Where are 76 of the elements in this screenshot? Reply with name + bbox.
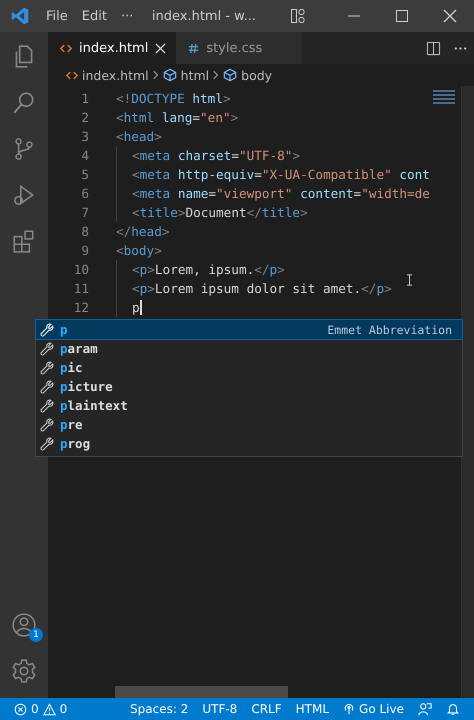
html-file-icon	[60, 44, 72, 52]
code-line: <meta charset="UTF-8">	[116, 146, 300, 165]
menu-item[interactable]: ···	[118, 8, 142, 24]
bell-icon[interactable]	[446, 702, 460, 716]
breadcrumb-item[interactable]: html	[180, 68, 210, 82]
warning-icon	[42, 702, 56, 716]
line-number: 6	[80, 186, 90, 201]
feedback-icon[interactable]	[418, 702, 432, 716]
wrench-icon	[40, 322, 54, 336]
line-number: 3	[80, 129, 90, 144]
status-item[interactable]: HTML	[296, 702, 330, 716]
account-icon[interactable]	[11, 612, 37, 638]
app-logo-icon	[10, 6, 30, 26]
menu-item[interactable]: Edit	[80, 8, 115, 24]
line-number: 8	[80, 224, 90, 239]
chevron-icon	[152, 70, 159, 80]
maximize-icon[interactable]	[394, 8, 410, 24]
suggestion-item[interactable]: param	[36, 339, 462, 358]
minimap	[433, 90, 455, 104]
line-number: 11	[72, 281, 90, 296]
text-cursor-icon	[406, 274, 413, 286]
status-item[interactable]: CRLF	[251, 702, 282, 716]
wrench-icon	[40, 398, 54, 412]
line-number: 12	[72, 300, 90, 315]
code-line: <html lang="en">	[116, 110, 238, 125]
code-line: <body>	[116, 243, 162, 258]
suggestion-item[interactable]: p Emmet Abbreviation	[36, 320, 462, 339]
code-line: <meta http-equiv="X-UA-Compatible" cont	[116, 165, 430, 184]
code-line: <title>Document</title>	[116, 203, 308, 222]
problems-status[interactable]: 0 0	[14, 702, 68, 716]
wrench-icon	[40, 342, 54, 356]
code-line: <head>	[116, 129, 162, 144]
wrench-icon	[40, 380, 54, 394]
editor-tab[interactable]: style.css	[176, 32, 302, 64]
close-tab-icon[interactable]	[155, 42, 166, 54]
cube-icon	[223, 68, 238, 82]
breadcrumb-item[interactable]: body	[241, 68, 272, 82]
suggestion-item[interactable]: pic	[36, 358, 462, 377]
line-number: 10	[72, 262, 90, 277]
code-line: p	[116, 298, 142, 317]
suggestion-item[interactable]: plaintext	[36, 396, 462, 415]
go-live-button[interactable]: Go Live	[343, 702, 404, 716]
wrench-icon	[40, 418, 54, 432]
status-item[interactable]: UTF-8	[202, 702, 238, 716]
suggestion-item[interactable]: picture	[36, 377, 462, 396]
broadcast-icon	[343, 703, 356, 715]
breadcrumb-item[interactable]: index.html	[82, 68, 149, 82]
code-line: <p>Lorem ipsum dolor sit amet.</p>	[116, 279, 392, 298]
line-number: 9	[80, 243, 90, 258]
status-item[interactable]: Spaces: 2	[130, 702, 188, 716]
wrench-icon	[40, 360, 54, 374]
notification-badge: 1	[29, 628, 43, 642]
menu-item[interactable]: File	[44, 8, 76, 24]
suggestion-item[interactable]: pre	[36, 415, 462, 434]
code-line: <!DOCTYPE html>	[116, 91, 231, 106]
line-number: 7	[80, 205, 90, 220]
window-title: index.html - w...	[152, 8, 256, 24]
editor-tab[interactable]: index.html	[48, 32, 176, 64]
error-icon	[14, 702, 27, 716]
line-number: 1	[80, 91, 90, 106]
css-file-icon	[188, 42, 200, 54]
settings-icon[interactable]	[11, 658, 37, 684]
line-number: 2	[80, 110, 90, 125]
line-number: 4	[80, 148, 90, 163]
suggestion-item[interactable]: prog	[36, 434, 462, 453]
cube-icon	[162, 68, 177, 82]
wrench-icon	[40, 436, 54, 450]
code-line: <meta name="viewport" content="width=de	[116, 184, 430, 203]
split-editor-icon[interactable]	[426, 40, 441, 56]
html-file-icon	[66, 70, 78, 80]
code-line: <p>Lorem, ipsum.</p>	[116, 260, 285, 279]
code-line: </head>	[116, 224, 170, 239]
chevron-icon	[213, 70, 220, 80]
layout-icon[interactable]	[290, 8, 306, 24]
line-number: 5	[80, 167, 90, 182]
close-icon[interactable]	[442, 8, 458, 24]
